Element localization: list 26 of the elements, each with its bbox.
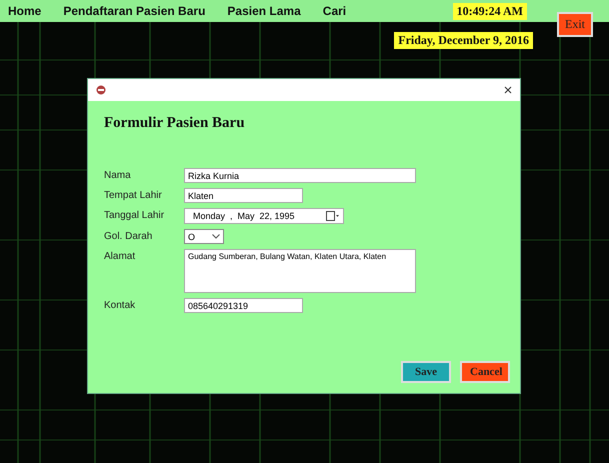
menu-item[interactable]: Home xyxy=(8,4,42,18)
menu-item[interactable]: Pendaftaran Pasien Baru xyxy=(63,4,206,18)
menu-item[interactable]: Cari xyxy=(322,4,346,18)
field-label: Kontak xyxy=(104,299,136,311)
save-button[interactable]: Save xyxy=(401,361,451,383)
input-field[interactable]: 085640291319 xyxy=(184,298,303,313)
form-heading: Formulir Pasien Baru xyxy=(104,115,246,132)
field-label: Tanggal Lahir xyxy=(104,209,166,221)
field-label: Tempat Lahir xyxy=(104,189,163,201)
exit-button[interactable]: Exit xyxy=(557,12,593,37)
cancel-button[interactable]: Cancel xyxy=(460,361,510,383)
input-field[interactable]: Rizka Kurnia xyxy=(184,168,416,183)
date-picker[interactable]: Monday , May 22, 1995 xyxy=(184,208,344,224)
field-label: Alamat xyxy=(104,250,136,262)
input-field[interactable]: Klaten xyxy=(184,188,303,203)
address-field[interactable]: Gudang Sumberan, Bulang Watan, Klaten Utara, Klaten xyxy=(184,249,416,293)
field-label: Gol. Darah xyxy=(104,230,154,242)
menu-item[interactable]: Pasien Lama xyxy=(227,4,301,18)
date-label: Friday, December 9, 2016 xyxy=(394,32,533,49)
app-icon xyxy=(96,85,106,95)
clock: 10:49:24 AM xyxy=(452,2,527,20)
calendar-icon xyxy=(326,211,340,221)
dropdown[interactable]: O xyxy=(184,229,224,244)
field-label: Nama xyxy=(104,169,132,181)
close-icon[interactable] xyxy=(504,86,512,94)
chevron-icon xyxy=(212,234,220,239)
